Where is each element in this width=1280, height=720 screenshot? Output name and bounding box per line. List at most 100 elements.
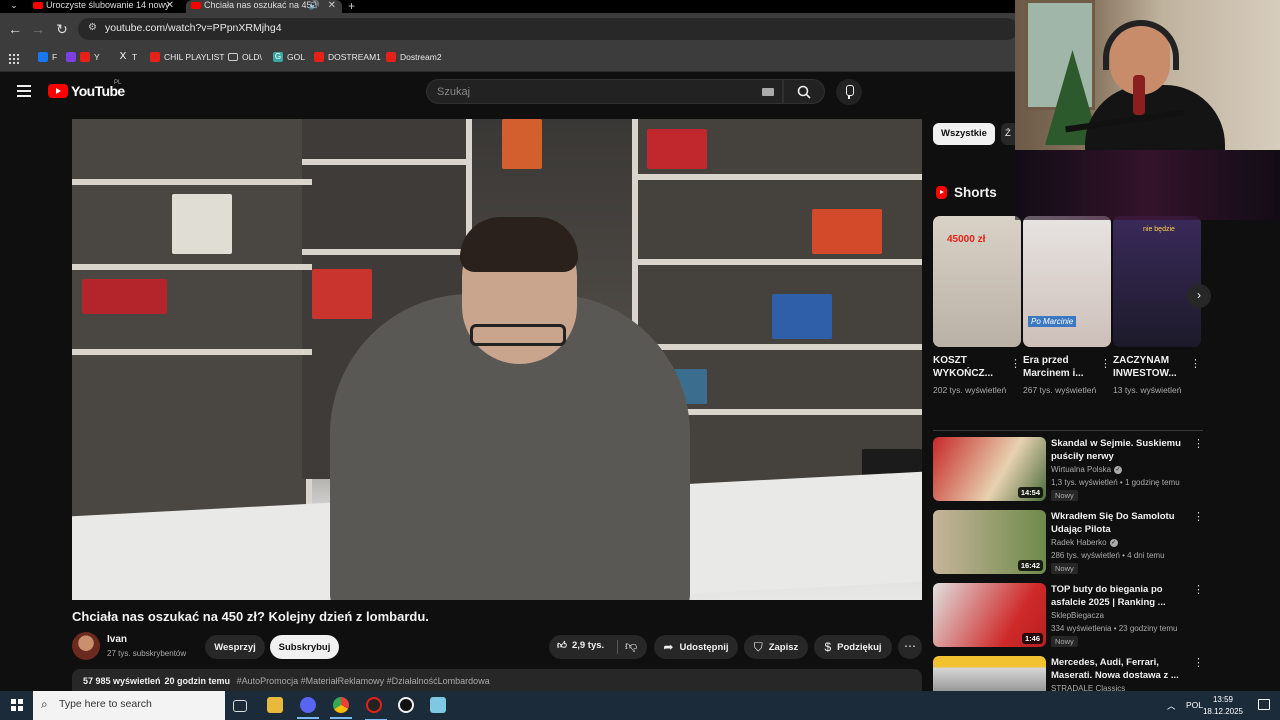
recommended-video[interactable]: 14:54 Skandal w Sejmie. Suskiemu puściły…: [933, 437, 1204, 501]
obs-icon[interactable]: [365, 697, 387, 720]
task-view-icon[interactable]: [233, 700, 247, 712]
address-bar[interactable]: ⚙ youtube.com/watch?v=PPpnXRMjhg4: [78, 18, 1018, 40]
close-tab-icon[interactable]: ✕: [166, 0, 174, 11]
clock-time: 13:59: [1212, 695, 1234, 704]
close-tab-icon[interactable]: ✕: [328, 0, 336, 11]
share-button[interactable]: ➦ Udostępnij: [654, 635, 738, 659]
short-card[interactable]: nie będzie ZACZYNAM INWESTOW... 13 tys. …: [1113, 216, 1201, 396]
tray-chevron-icon[interactable]: ︿: [1167, 700, 1176, 712]
youtube-logo[interactable]: YouTube PL: [48, 80, 125, 99]
bookmark-f[interactable]: F: [38, 52, 57, 62]
apps-grid-icon[interactable]: [8, 53, 19, 64]
video-frame-item: [82, 279, 167, 314]
subscriber-count: 27 tys. subskrybentów: [107, 649, 187, 658]
like-button[interactable]: 👍︎ 2,9 tys.: [557, 639, 604, 652]
chrome-icon[interactable]: [330, 697, 352, 719]
tab-search-icon[interactable]: ⌄: [0, 0, 28, 13]
video-thumbnail: 14:54: [933, 437, 1046, 501]
speaker-icon[interactable]: 🔊: [309, 0, 320, 11]
more-options-icon[interactable]: ⋮: [1193, 510, 1204, 523]
taskbar-search-input[interactable]: [59, 698, 219, 710]
back-icon[interactable]: ←: [6, 21, 24, 37]
notifications-icon[interactable]: [1258, 699, 1270, 710]
subscribe-button[interactable]: Subskrybuj: [270, 635, 339, 659]
recommended-video[interactable]: Mercedes, Audi, Ferrari, Maserati. Nowa …: [933, 656, 1203, 692]
support-button[interactable]: Wesprzyj: [205, 635, 265, 659]
verified-icon: ✓: [1114, 465, 1123, 474]
video-frame-item: [502, 119, 542, 169]
duration-badge: 14:54: [1017, 487, 1043, 498]
site-info-icon[interactable]: ⚙: [88, 23, 98, 33]
chip-all[interactable]: Wszystkie: [933, 123, 995, 145]
video-thumbnail: [933, 656, 1046, 692]
browser-tab-2[interactable]: Chciała nas oszukać na 450 🔊 ✕: [186, 0, 342, 13]
clock[interactable]: 13:59 18.12.2025: [1194, 694, 1252, 718]
notepad-icon[interactable]: [430, 697, 446, 713]
upload-age: 20 godzin temu: [164, 676, 231, 686]
short-card[interactable]: 45000 zł KOSZT WYKOŃCZ... 202 tys. wyświ…: [933, 216, 1021, 396]
voice-search-button[interactable]: [836, 79, 862, 105]
new-tab-button[interactable]: +: [348, 0, 355, 13]
video-frame-shelf-board: [638, 259, 922, 265]
duration-badge: 16:42: [1017, 560, 1043, 571]
search-input[interactable]: [427, 80, 747, 103]
bookmark-y[interactable]: Y: [66, 52, 100, 62]
short-thumbnail: nie będzie: [1113, 216, 1201, 347]
bookmark-old[interactable]: OLD\: [228, 52, 262, 62]
shorts-next-button[interactable]: ›: [1187, 284, 1211, 308]
save-button[interactable]: ⛉ Zapisz: [744, 635, 808, 659]
bookmark-chil-playlist[interactable]: CHIL PLAYLIST: [150, 52, 224, 62]
short-views: 202 tys. wyświetleń: [933, 385, 1007, 395]
reload-icon[interactable]: ↻: [53, 21, 71, 38]
more-options-icon[interactable]: ⋮: [1190, 357, 1201, 370]
more-options-icon[interactable]: ⋮: [1100, 357, 1111, 370]
dislike-button[interactable]: 👎︎: [625, 639, 637, 654]
channel-name[interactable]: Wirtualna Polska ✓: [1051, 465, 1123, 474]
bookmark-gol[interactable]: G GOL: [273, 52, 305, 62]
webcam-headphones: [1103, 20, 1179, 70]
channel-name[interactable]: SklepBiegacza: [1051, 611, 1104, 620]
more-options-icon[interactable]: ⋮: [1193, 437, 1204, 450]
verified-icon: ✓: [1109, 538, 1118, 547]
recommended-video[interactable]: 16:42 Wkradłem Się Do Samolotu Udając Pi…: [933, 510, 1204, 574]
video-meta: 334 wyświetlenia • 23 godziny temu: [1051, 624, 1178, 633]
facebook-icon: [38, 52, 48, 62]
more-actions-button[interactable]: ⋯: [898, 635, 922, 659]
short-thumbnail: Po Marcinie: [1023, 216, 1111, 347]
channel-avatar[interactable]: [72, 632, 100, 660]
g-icon: G: [273, 52, 283, 62]
thanks-button[interactable]: $ Podziękuj: [814, 635, 892, 659]
browser-tab-1[interactable]: Uroczyste ślubowanie 14 nowy ✕: [28, 0, 180, 13]
divider: [617, 640, 618, 654]
bookmark-dostream2[interactable]: Dostream2: [386, 52, 442, 62]
app-icon[interactable]: [398, 697, 414, 713]
file-explorer-icon[interactable]: [267, 697, 283, 713]
bookmark-t[interactable]: XT: [118, 51, 138, 63]
discord-icon[interactable]: [297, 697, 319, 719]
search-button[interactable]: [783, 79, 825, 104]
short-title: Era przed Marcinem i...: [1023, 355, 1084, 379]
new-badge: Nowy: [1051, 490, 1078, 501]
youtube-favicon-icon: [33, 2, 43, 9]
video-frame-shelf-board: [302, 249, 472, 255]
keyboard-icon[interactable]: [762, 88, 774, 96]
more-options-icon[interactable]: ⋮: [1193, 583, 1204, 596]
x-icon: X: [119, 51, 127, 62]
channel-name[interactable]: Radek Haberko ✓: [1051, 538, 1118, 547]
short-thumbnail: 45000 zł: [933, 216, 1021, 347]
menu-icon[interactable]: [17, 85, 31, 97]
hashtags[interactable]: #AutoPromocja #MateriałReklamowy #Działa…: [237, 676, 490, 686]
windows-start-icon[interactable]: [11, 699, 23, 711]
more-options-icon[interactable]: ⋮: [1010, 357, 1021, 370]
channel-name[interactable]: Ivan: [107, 634, 127, 645]
video-player[interactable]: [72, 119, 922, 600]
video-frame-item: [812, 209, 882, 254]
recommended-video[interactable]: 1:46 TOP buty do biegania po asfalcie 20…: [933, 583, 1204, 647]
forward-icon[interactable]: →: [29, 21, 47, 37]
youtube-icon: [80, 52, 90, 62]
more-options-icon[interactable]: ⋮: [1193, 656, 1203, 669]
clock-date: 18.12.2025: [1202, 707, 1244, 716]
short-card[interactable]: Po Marcinie Era przed Marcinem i... 267 …: [1023, 216, 1111, 396]
bookmark-dostream1[interactable]: DOSTREAM1: [314, 52, 381, 62]
youtube-icon: [314, 52, 324, 62]
